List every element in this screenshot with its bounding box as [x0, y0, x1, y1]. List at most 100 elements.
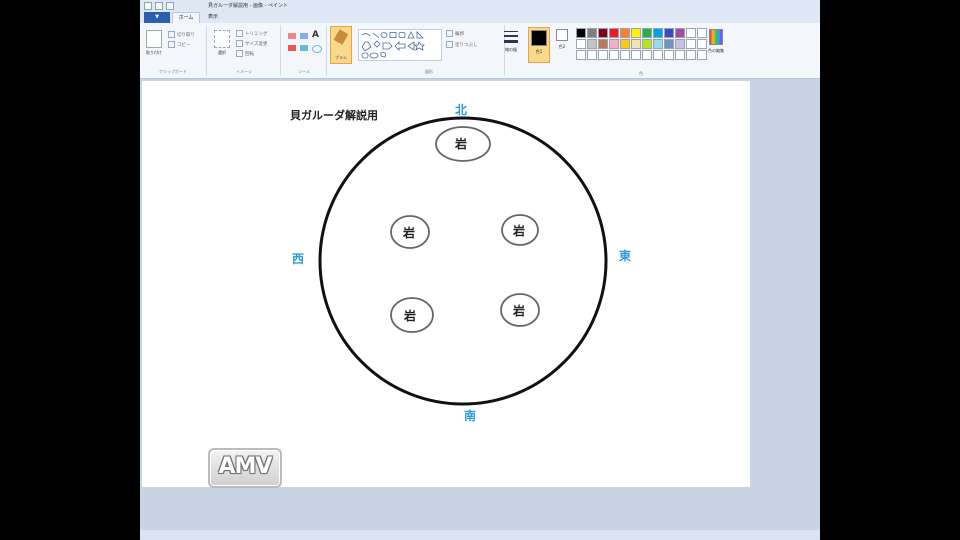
resize-icon	[236, 40, 243, 47]
palette-swatch[interactable]	[686, 50, 696, 60]
palette-swatch[interactable]	[631, 50, 641, 60]
select-icon	[214, 30, 230, 48]
canvas-workspace: 貝ガルーダ解説用 北 南 東 西 岩 岩 岩 岩 岩 AMV	[140, 79, 820, 540]
rock-label-se: 岩	[513, 304, 526, 318]
rotate-button[interactable]: 回転	[236, 50, 254, 57]
brush-icon	[333, 29, 349, 45]
shapes-gallery[interactable]	[358, 29, 442, 61]
palette-swatch[interactable]	[609, 39, 619, 49]
brushes-button[interactable]: ブラシ	[330, 26, 352, 64]
palette-swatch[interactable]	[664, 28, 674, 38]
shapes-group: 輪郭 塗りつぶし 図形	[354, 25, 505, 76]
magnifier-icon[interactable]	[312, 45, 322, 53]
rock-label-ne: 岩	[513, 224, 526, 238]
palette-swatch[interactable]	[675, 39, 685, 49]
crop-icon	[236, 30, 243, 37]
line-width-icon	[504, 31, 518, 43]
copy-icon	[168, 41, 175, 48]
palette-swatch[interactable]	[675, 50, 685, 60]
fill-button[interactable]: 塗りつぶし	[446, 41, 478, 48]
tools-group: A ツール	[282, 25, 327, 76]
tools-group-label: ツール	[298, 69, 310, 74]
shapes-group-label: 図形	[425, 69, 433, 74]
palette-swatch[interactable]	[631, 28, 641, 38]
palette-swatch[interactable]	[620, 28, 630, 38]
direction-west: 西	[292, 252, 305, 266]
palette-swatch[interactable]	[664, 50, 674, 60]
palette-swatch[interactable]	[587, 50, 597, 60]
paste-button[interactable]: 貼り付け	[143, 28, 165, 62]
title-bar: 貝ガルーダ解説用 - 画像 - ペイント	[140, 0, 820, 11]
resize-button[interactable]: サイズ変更	[236, 40, 267, 47]
color2-button[interactable]: 色2	[552, 27, 572, 61]
drawing-shapes	[318, 116, 608, 406]
palette-swatch[interactable]	[587, 39, 597, 49]
copy-button[interactable]: コピー	[168, 41, 191, 48]
eraser-icon[interactable]	[288, 45, 296, 51]
edit-colors-button[interactable]: 色の編集	[706, 27, 726, 61]
window-title: 貝ガルーダ解説用 - 画像 - ペイント	[208, 3, 288, 9]
size-button[interactable]: 線の幅	[500, 26, 522, 60]
palette-swatch[interactable]	[642, 28, 652, 38]
palette-swatch[interactable]	[598, 39, 608, 49]
direction-south: 南	[464, 409, 477, 423]
clipboard-group: 貼り付け 切り取り コピー クリップボード	[140, 25, 207, 76]
palette-swatch[interactable]	[642, 39, 652, 49]
tab-file[interactable]: ▼	[144, 12, 170, 23]
palette-swatch[interactable]	[653, 50, 663, 60]
palette-swatch[interactable]	[664, 39, 674, 49]
redo-icon[interactable]	[166, 2, 174, 10]
status-bar	[140, 530, 820, 540]
palette-swatch[interactable]	[598, 28, 608, 38]
rock-label-nw: 岩	[403, 226, 416, 240]
undo-icon[interactable]	[155, 2, 163, 10]
fill-icon[interactable]	[300, 33, 308, 39]
direction-east: 東	[619, 249, 632, 263]
palette-swatch[interactable]	[598, 50, 608, 60]
pencil-icon[interactable]	[288, 33, 296, 39]
ribbon-tabs: ▼ ホーム 表示	[140, 11, 820, 24]
direction-north: 北	[455, 103, 468, 117]
color-picker-icon[interactable]	[300, 45, 308, 51]
color-wheel-icon	[709, 29, 723, 45]
rotate-icon	[236, 50, 243, 57]
clipboard-icon	[146, 30, 162, 48]
color1-button[interactable]: 色1	[528, 27, 550, 63]
ribbon: 貼り付け 切り取り コピー クリップボード 選択 トリミング サイズ変更 回転 …	[140, 23, 820, 79]
palette-swatch[interactable]	[587, 28, 597, 38]
palette-swatch[interactable]	[576, 28, 586, 38]
color-palette	[576, 28, 707, 60]
select-button[interactable]: 選択	[211, 28, 233, 62]
save-icon[interactable]	[144, 2, 152, 10]
outline-button[interactable]: 輪郭	[446, 30, 464, 37]
cut-button[interactable]: 切り取り	[168, 31, 195, 38]
color1-swatch	[531, 30, 547, 46]
palette-swatch[interactable]	[631, 39, 641, 49]
quick-access-toolbar	[144, 2, 174, 10]
crop-button[interactable]: トリミング	[236, 30, 268, 37]
palette-swatch[interactable]	[620, 50, 630, 60]
text-icon[interactable]: A	[312, 30, 319, 40]
amv-logo-text: AMV	[218, 454, 273, 479]
palette-swatch[interactable]	[609, 28, 619, 38]
palette-swatch[interactable]	[686, 39, 696, 49]
scissors-icon	[168, 31, 175, 38]
palette-swatch[interactable]	[653, 39, 663, 49]
amv-logo: AMV	[208, 448, 282, 488]
palette-swatch[interactable]	[642, 50, 652, 60]
drawing-canvas[interactable]: 貝ガルーダ解説用 北 南 東 西 岩 岩 岩 岩 岩 AMV	[142, 81, 750, 488]
paint-window: 貝ガルーダ解説用 - 画像 - ペイント ▼ ホーム 表示 貼り付け 切り取り …	[140, 0, 820, 540]
palette-swatch[interactable]	[576, 50, 586, 60]
shapes-gallery-icons	[361, 31, 425, 59]
fill-bucket-icon	[446, 41, 453, 48]
palette-swatch[interactable]	[653, 28, 663, 38]
palette-swatch[interactable]	[576, 39, 586, 49]
palette-swatch[interactable]	[686, 28, 696, 38]
color2-swatch	[556, 29, 568, 41]
palette-swatch[interactable]	[675, 28, 685, 38]
tab-view[interactable]: 表示	[202, 12, 224, 23]
rock-label-north: 岩	[455, 137, 468, 151]
palette-swatch[interactable]	[620, 39, 630, 49]
canvas-heading: 貝ガルーダ解説用	[290, 109, 378, 122]
palette-swatch[interactable]	[609, 50, 619, 60]
